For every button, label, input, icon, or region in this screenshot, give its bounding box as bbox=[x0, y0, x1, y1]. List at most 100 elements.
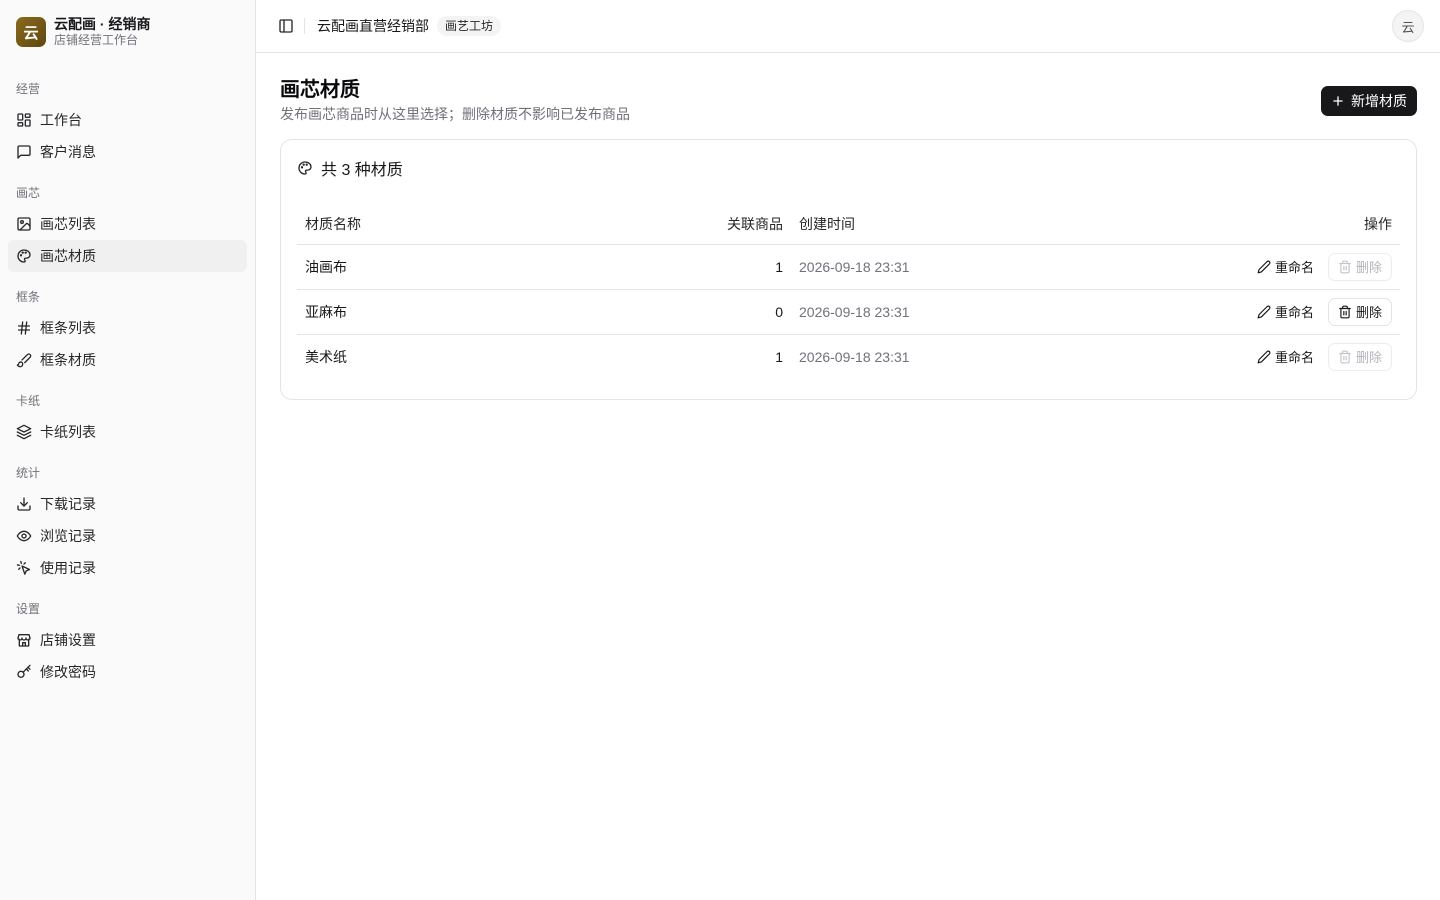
download-icon bbox=[16, 496, 32, 512]
sidebar-item-label: 店铺设置 bbox=[40, 632, 96, 648]
table-row: 油画布 1 2026-09-18 23:31 重命名 删除 bbox=[297, 244, 1400, 290]
page-title: 画芯材质 bbox=[280, 79, 360, 101]
nav-group: 卡纸卡纸列表 bbox=[8, 384, 247, 448]
store-icon bbox=[16, 632, 32, 648]
sidebar-item-hash[interactable]: 框条列表 bbox=[8, 312, 247, 344]
column-header-count: 关联商品 bbox=[702, 204, 791, 245]
sidebar-item-download[interactable]: 下载记录 bbox=[8, 488, 247, 520]
nav-group-label: 框条 bbox=[16, 289, 41, 304]
nav-group: 画芯画芯列表画芯材质 bbox=[8, 176, 247, 272]
sidebar-item-label: 框条材质 bbox=[40, 352, 96, 368]
material-name: 油画布 bbox=[297, 244, 702, 290]
sidebar-item-brush[interactable]: 框条材质 bbox=[8, 344, 247, 376]
sidebar-toggle-button[interactable] bbox=[272, 12, 300, 40]
sidebar-item-image[interactable]: 画芯列表 bbox=[8, 208, 247, 240]
pencil-icon bbox=[1257, 350, 1271, 364]
eye-icon bbox=[16, 528, 32, 544]
layers-icon bbox=[16, 424, 32, 440]
row-actions: 重命名 删除 bbox=[1069, 334, 1400, 379]
linked-count: 1 bbox=[702, 244, 791, 290]
table-row: 亚麻布 0 2026-09-18 23:31 重命名 删除 bbox=[297, 289, 1400, 335]
nav-group-label: 卡纸 bbox=[16, 393, 41, 408]
trash-icon bbox=[1339, 260, 1351, 273]
brand: 云 云配画 · 经销商 店铺经营工作台 bbox=[8, 0, 247, 64]
sidebar-item-label: 画芯材质 bbox=[40, 248, 96, 264]
sidebar-item-label: 卡纸列表 bbox=[40, 424, 96, 440]
brand-logo: 云 bbox=[16, 17, 46, 47]
rename-button[interactable]: 重命名 bbox=[1257, 257, 1314, 276]
trash-icon bbox=[1339, 305, 1351, 318]
pencil-icon bbox=[1257, 305, 1271, 318]
rename-button[interactable]: 重命名 bbox=[1257, 302, 1314, 321]
sidebar-item-label: 工作台 bbox=[40, 112, 82, 128]
created-time: 2026-09-18 23:31 bbox=[791, 289, 1069, 335]
table-header-row: 材质名称 关联商品 创建时间 操作 bbox=[297, 204, 1400, 245]
sidebar-item-store[interactable]: 店铺设置 bbox=[8, 624, 247, 656]
pencil-icon bbox=[1257, 260, 1271, 273]
rename-label: 重命名 bbox=[1274, 305, 1314, 320]
delete-label: 删除 bbox=[1355, 260, 1382, 275]
nav-group: 经营工作台客户消息 bbox=[8, 72, 247, 168]
plus-icon bbox=[1333, 96, 1343, 106]
sidebar-item-eye[interactable]: 浏览记录 bbox=[8, 520, 247, 552]
table-row: 美术纸 1 2026-09-18 23:31 重命名 删除 bbox=[297, 334, 1400, 379]
key-icon bbox=[16, 664, 32, 680]
material-name: 亚麻布 bbox=[297, 289, 702, 335]
nav-group-label: 统计 bbox=[16, 465, 41, 480]
store-badge: 画艺工坊 bbox=[437, 16, 502, 36]
column-header-name: 材质名称 bbox=[297, 204, 702, 245]
sidebar-item-label: 下载记录 bbox=[40, 496, 96, 512]
message-icon bbox=[16, 144, 32, 160]
nav-group-label: 设置 bbox=[16, 601, 41, 616]
brand-subtitle: 店铺经营工作台 bbox=[54, 33, 139, 47]
hash-icon bbox=[16, 320, 32, 336]
linked-count: 0 bbox=[702, 289, 791, 335]
dashboard-icon bbox=[16, 112, 32, 128]
brand-title: 云配画 · 经销商 bbox=[54, 16, 151, 32]
sidebar-item-label: 框条列表 bbox=[40, 320, 96, 336]
delete-button[interactable]: 删除 bbox=[1327, 252, 1392, 281]
sidebar-item-label: 浏览记录 bbox=[40, 528, 96, 544]
delete-button[interactable]: 删除 bbox=[1327, 297, 1392, 326]
sidebar-item-label: 客户消息 bbox=[40, 144, 96, 160]
sidebar-item-label: 画芯列表 bbox=[40, 216, 96, 232]
trash-icon bbox=[1339, 350, 1351, 364]
nav-group-label: 经营 bbox=[16, 81, 41, 96]
page-description: 发布画芯商品时从这里选择；删除材质不影响已发布商品 bbox=[280, 106, 630, 122]
sidebar: 云 云配画 · 经销商 店铺经营工作台 经营工作台客户消息画芯画芯列表画芯材质框… bbox=[0, 0, 256, 900]
sidebar-item-message[interactable]: 客户消息 bbox=[8, 136, 247, 168]
column-header-created: 创建时间 bbox=[791, 204, 1069, 245]
main-area: 云配画直营经销部 画艺工坊 云 画芯材质 发布画芯商品时从这里选择；删除材质不影… bbox=[256, 0, 1440, 900]
created-time: 2026-09-18 23:31 bbox=[791, 244, 1069, 290]
sidebar-item-dashboard[interactable]: 工作台 bbox=[8, 104, 247, 136]
sidebar-item-key[interactable]: 修改密码 bbox=[8, 656, 247, 688]
palette-icon bbox=[298, 161, 312, 175]
palette-icon bbox=[16, 248, 32, 264]
created-time: 2026-09-18 23:31 bbox=[799, 348, 910, 365]
sidebar-item-pointer[interactable]: 使用记录 bbox=[8, 552, 247, 584]
rename-button[interactable]: 重命名 bbox=[1257, 347, 1314, 366]
topbar-divider bbox=[304, 18, 305, 34]
sidebar-nav: 经营工作台客户消息画芯画芯列表画芯材质框条框条列表框条材质卡纸卡纸列表统计下载记… bbox=[8, 72, 247, 688]
add-material-button[interactable]: 新增材质 bbox=[1321, 86, 1417, 116]
store-name: 云配画直营经销部 bbox=[317, 18, 429, 34]
sidebar-item-label: 使用记录 bbox=[40, 560, 96, 576]
rename-label: 重命名 bbox=[1274, 350, 1314, 366]
materials-table: 材质名称 关联商品 创建时间 操作 油画布 1 2026-09-18 23:31 重命… bbox=[297, 204, 1400, 379]
row-actions: 重命名 删除 bbox=[1068, 289, 1400, 335]
nav-group: 设置店铺设置修改密码 bbox=[8, 592, 247, 688]
image-icon bbox=[16, 216, 32, 232]
avatar[interactable]: 云 bbox=[1392, 10, 1424, 42]
linked-count: 1 bbox=[775, 348, 783, 365]
pointer-icon bbox=[16, 560, 32, 576]
page-content: 画芯材质 发布画芯商品时从这里选择；删除材质不影响已发布商品 新增材质 共 3 … bbox=[256, 53, 1440, 400]
delete-button[interactable]: 删除 bbox=[1327, 342, 1392, 371]
materials-card: 共 3 种材质 材质名称 关联商品 创建时间 操作 油画布 1 2026-09-18… bbox=[280, 139, 1417, 400]
sidebar-item-palette[interactable]: 画芯材质 bbox=[8, 240, 247, 272]
material-name: 美术纸 bbox=[305, 348, 347, 365]
delete-label: 删除 bbox=[1355, 350, 1382, 366]
sidebar-toggle-icon bbox=[279, 19, 293, 33]
sidebar-item-layers[interactable]: 卡纸列表 bbox=[8, 416, 247, 448]
brush-icon bbox=[16, 352, 32, 368]
nav-group-label: 画芯 bbox=[16, 185, 41, 200]
